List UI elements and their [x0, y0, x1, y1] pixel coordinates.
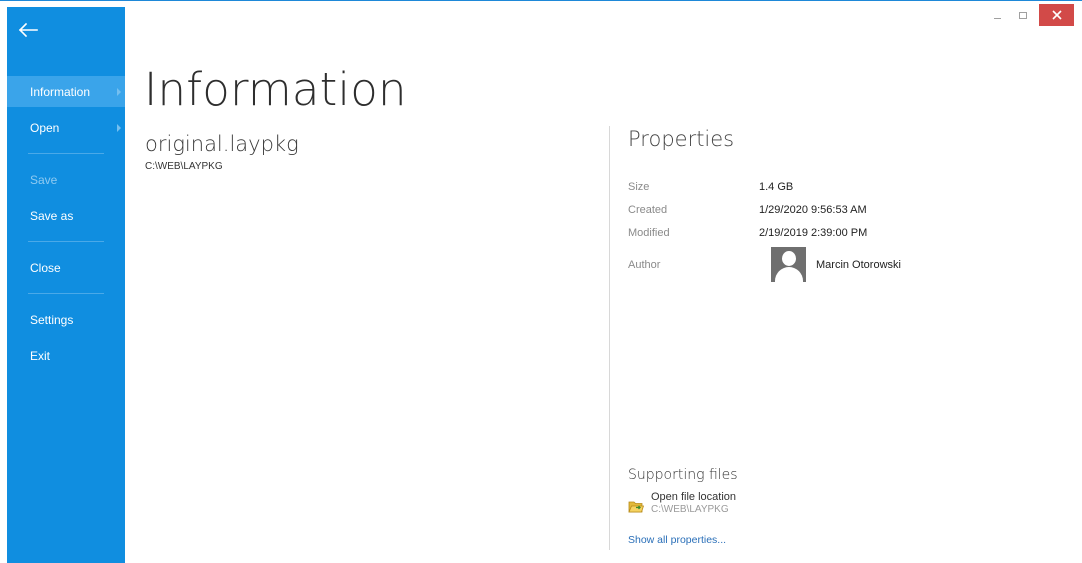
- sidebar-divider: [28, 241, 104, 242]
- sidebar-nav: Information Open Save Save as Close Sett…: [7, 76, 125, 371]
- sidebar-item-label: Save as: [30, 208, 74, 223]
- back-button[interactable]: [15, 17, 41, 43]
- sidebar-item-save[interactable]: Save: [7, 164, 125, 195]
- property-label: Modified: [628, 227, 670, 239]
- sidebar-item-label: Save: [30, 172, 58, 187]
- sidebar-item-open[interactable]: Open: [7, 112, 125, 143]
- open-file-location-path: C:\WEB\LAYPKG: [651, 504, 729, 515]
- caret-right-icon: [117, 87, 121, 96]
- person-icon: [782, 251, 796, 266]
- window-controls: [984, 4, 1074, 26]
- arrow-left-icon: [18, 22, 38, 38]
- sidebar-item-information[interactable]: Information: [7, 76, 125, 107]
- caret-right-icon: [117, 123, 121, 132]
- page-title: Information: [144, 63, 407, 116]
- minimize-button[interactable]: [984, 4, 1010, 26]
- property-value: 2/19/2019 2:39:00 PM: [759, 227, 868, 239]
- vertical-divider: [609, 126, 610, 550]
- file-path: C:\WEB\LAYPKG: [145, 161, 223, 172]
- sidebar-item-close[interactable]: Close: [7, 252, 125, 283]
- maximize-icon: [1019, 11, 1027, 19]
- folder-open-icon: [628, 499, 645, 515]
- property-row-size: Size 1.4 GB: [628, 181, 793, 193]
- property-value: 1.4 GB: [759, 181, 794, 193]
- file-name: original.laypkg: [145, 132, 299, 156]
- sidebar-divider: [28, 293, 104, 294]
- sidebar-item-label: Settings: [30, 312, 74, 327]
- sidebar-item-save-as[interactable]: Save as: [7, 200, 125, 231]
- sidebar-divider: [28, 153, 104, 154]
- sidebar-item-label: Open: [30, 120, 60, 135]
- supporting-files-title: Supporting files: [628, 467, 738, 483]
- sidebar: Information Open Save Save as Close Sett…: [7, 7, 125, 563]
- show-all-properties-link[interactable]: Show all properties...: [628, 534, 726, 546]
- author-name: Marcin Otorowski: [816, 259, 901, 271]
- property-value: 1/29/2020 9:56:53 AM: [759, 204, 867, 216]
- open-file-location-label: Open file location: [651, 491, 736, 503]
- properties-title: Properties: [628, 127, 735, 151]
- sidebar-item-label: Exit: [30, 348, 51, 363]
- property-row-author: Author: [628, 259, 759, 271]
- avatar: [771, 247, 806, 282]
- property-label: Author: [628, 259, 661, 271]
- app-window: Information Open Save Save as Close Sett…: [0, 0, 1082, 563]
- maximize-button[interactable]: [1010, 4, 1036, 26]
- open-file-location-link[interactable]: Open file location C:\WEB\LAYPKG: [628, 491, 736, 515]
- minimize-icon: [993, 17, 1001, 19]
- property-label: Size: [628, 181, 650, 193]
- sidebar-item-exit[interactable]: Exit: [7, 340, 125, 371]
- close-icon: [1051, 10, 1062, 20]
- property-row-modified: Modified 2/19/2019 2:39:00 PM: [628, 227, 867, 239]
- property-row-created: Created 1/29/2020 9:56:53 AM: [628, 204, 867, 216]
- sidebar-item-settings[interactable]: Settings: [7, 304, 125, 335]
- sidebar-item-label: Close: [30, 260, 61, 275]
- sidebar-item-label: Information: [30, 84, 91, 99]
- property-label: Created: [628, 204, 668, 216]
- close-button[interactable]: [1039, 4, 1074, 26]
